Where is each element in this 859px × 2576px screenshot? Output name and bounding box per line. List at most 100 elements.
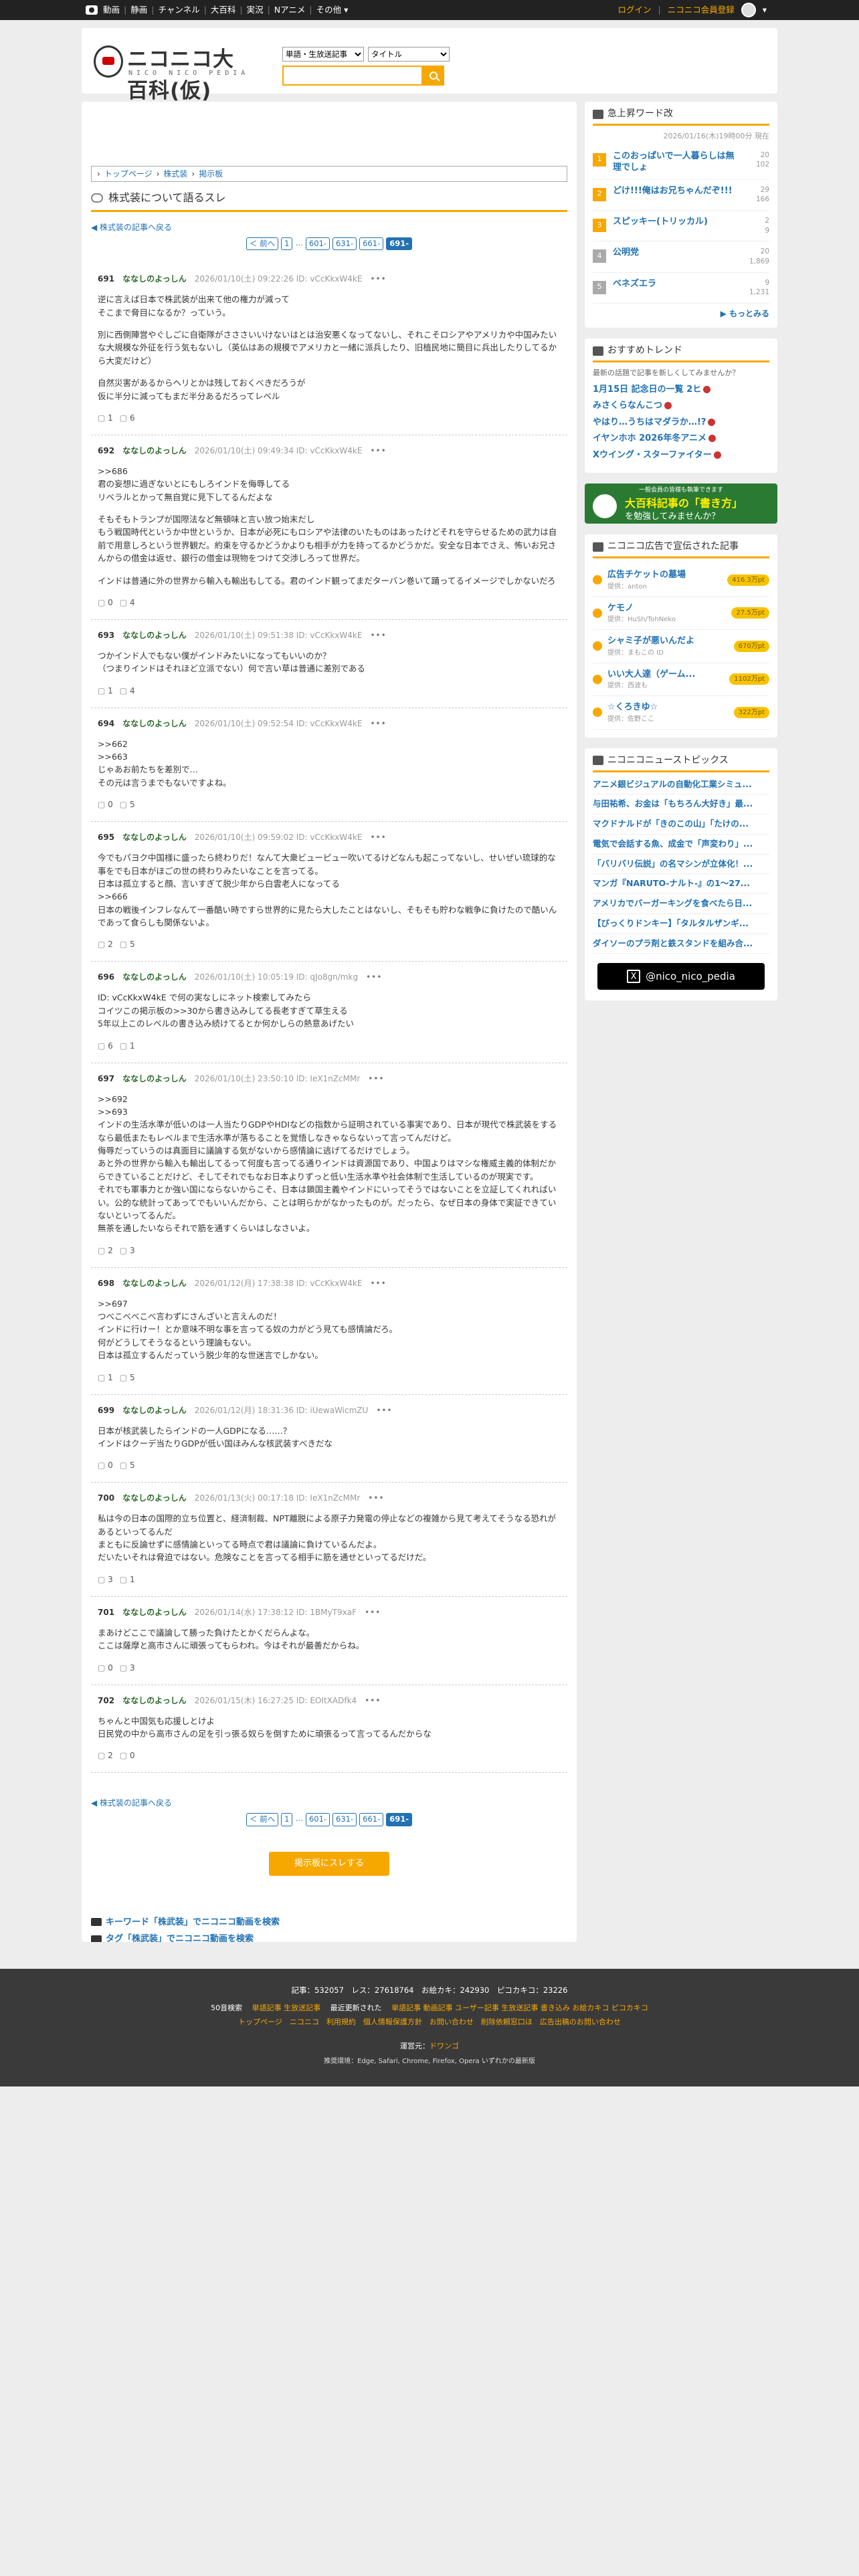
post-number[interactable]: 692 [98,445,114,457]
bad-vote[interactable]: 0 [120,1749,135,1761]
bad-vote[interactable]: 4 [120,597,135,609]
news-item[interactable]: アメリカでバーガーキングを食べたら日... [593,894,769,914]
search-target-select[interactable]: タイトル [368,47,450,62]
post-number[interactable]: 700 [98,1492,114,1504]
news-item[interactable]: 与田祐希、お金は「もちろん大好き」最... [593,794,769,815]
reco-item[interactable]: Xウイング・スターファイター [593,449,769,462]
news-item[interactable]: マクドナルドが「きのこの山」「たけの... [593,815,769,835]
nav-item-2[interactable]: チャンネル [158,4,199,17]
bad-vote[interactable]: 5 [120,938,135,950]
pager-page[interactable]: 601- [305,1813,330,1826]
ad-article-title[interactable]: 広告チケットの墓場 [607,568,722,582]
more-options-icon[interactable]: ••• [365,1695,381,1707]
post-number[interactable]: 698 [98,1277,114,1289]
bad-vote[interactable]: 4 [120,685,135,697]
x-follow-button[interactable]: X @nico_nico_pedia [597,963,765,990]
pager-page[interactable]: 1 [281,1813,293,1826]
trend-title[interactable]: スピッキー(トリッカル) [613,216,735,228]
good-vote[interactable]: 2 [98,1749,113,1761]
good-vote[interactable]: 1 [98,685,113,697]
more-options-icon[interactable]: ••• [368,1073,384,1085]
breadcrumb-board[interactable]: 掲示板 [199,168,223,180]
ad-item[interactable]: いい大人達（ゲーム... 提供：西波も 1102万pt [593,663,769,697]
more-options-icon[interactable]: ••• [368,1492,384,1504]
pager-page[interactable]: 691- [386,1813,413,1826]
bad-vote[interactable]: 1 [120,1040,135,1052]
post-number[interactable]: 697 [98,1073,114,1085]
good-vote[interactable]: 0 [98,597,113,609]
keyword-search-link[interactable]: キーワード「株武装」でニコニコ動画を検索 [91,1916,567,1929]
ad-article-title[interactable]: シャミ子が悪いんだよ [607,635,729,648]
pager-prev[interactable]: ＜ 前へ [246,1813,279,1826]
ad-item[interactable]: 広告チケットの墓場 提供：anton 416.3万pt [593,564,769,597]
more-options-icon[interactable]: ••• [370,445,386,457]
post-number[interactable]: 702 [98,1695,114,1707]
reco-item[interactable]: イヤンホホ 2026年冬アニメ [593,432,769,445]
bad-vote[interactable]: 1 [120,1574,135,1586]
back-to-article-link[interactable]: 株式装の記事へ戻る [91,221,567,233]
ad-item[interactable]: シャミ子が悪いんだよ 提供：まもこの ID 670万pt [593,630,769,663]
more-options-icon[interactable]: ••• [366,971,382,983]
pager-page[interactable]: 601- [305,237,330,251]
pager-page[interactable]: 691- [386,237,413,251]
ad-article-title[interactable]: ☆くろきゆ☆ [607,701,729,714]
trend-title[interactable]: ベネズエラ [613,278,735,290]
nav-item-4[interactable]: 実況 [247,4,264,17]
bad-vote[interactable]: 5 [120,1459,135,1471]
bad-vote[interactable]: 3 [120,1245,135,1257]
good-vote[interactable]: 3 [98,1574,113,1586]
breadcrumb-article[interactable]: 株式装 [163,168,187,180]
more-options-icon[interactable]: ••• [370,718,386,730]
news-item[interactable]: 電気で会話する魚、成金で「声変わり」... [593,835,769,855]
good-vote[interactable]: 1 [98,1372,113,1384]
good-vote[interactable]: 0 [98,1662,113,1674]
post-number[interactable]: 694 [98,718,114,730]
news-item[interactable]: マンガ『NARUTO-ナルト-』の1～27... [593,874,769,895]
post-number[interactable]: 696 [98,971,114,983]
trend-title[interactable]: どけ!!!俺はお兄ちゃんだぞ!!! [613,185,735,197]
login-link[interactable]: ログイン [617,4,651,17]
more-options-icon[interactable]: ••• [370,629,386,641]
trend-item[interactable]: 3 スピッキー(トリッカル) 2 9 [593,211,769,242]
post-number[interactable]: 695 [98,831,114,843]
nav-item-6[interactable]: その他 ▾ [316,4,349,17]
chevron-down-icon[interactable]: ▾ [763,4,767,17]
good-vote[interactable]: 1 [98,412,113,424]
ad-article-title[interactable]: ケモノ [607,602,726,615]
nav-item-0[interactable]: 動画 [103,4,120,17]
trend-title[interactable]: このおっぱいで一人暮らしは無理でしょ [613,150,735,174]
back-to-article-link-bottom[interactable]: 株式装の記事へ戻る [91,1797,567,1809]
show-all-button[interactable]: 掲示板にスレする [269,1851,389,1876]
search-type-select[interactable]: 単語・生放送記事 [282,47,364,62]
news-item[interactable]: 「バリバリ伝説」の名マシンが立体化！... [593,855,769,875]
post-number[interactable]: 699 [98,1404,114,1416]
good-vote[interactable]: 6 [98,1040,113,1052]
pager-prev[interactable]: ＜ 前へ [246,237,279,251]
good-vote[interactable]: 2 [98,1245,113,1257]
breadcrumb-top[interactable]: トップページ [104,168,153,180]
good-vote[interactable]: 0 [98,798,113,811]
register-link[interactable]: ニコニコ会員登録 [668,4,735,17]
good-vote[interactable]: 0 [98,1459,113,1471]
tag-search-link[interactable]: タグ「株武装」でニコニコ動画を検索 [91,1933,567,1942]
ad-item[interactable]: ケモノ 提供：HuSh/TohNeko 27.5万pt [593,597,769,631]
search-input[interactable] [282,66,423,86]
nav-item-5[interactable]: Nアニメ [274,4,306,17]
post-number[interactable]: 701 [98,1606,114,1618]
trend-item[interactable]: 4 公明党 20 1,869 [593,241,769,273]
pager-page[interactable]: 661- [359,237,384,251]
trend-more-link[interactable]: もっとみる [593,308,769,320]
pager-page[interactable]: 631- [332,237,357,251]
bad-vote[interactable]: 6 [120,412,135,424]
more-options-icon[interactable]: ••• [370,1277,386,1289]
trend-title[interactable]: 公明党 [613,247,735,259]
news-item[interactable]: アニメ銀ビジュアルの自動化工業シミュ... [593,775,769,795]
search-button[interactable] [423,66,444,86]
pager-page[interactable]: 661- [359,1813,384,1826]
ad-item[interactable]: ☆くろきゆ☆ 提供：佐野ここ 322万pt [593,696,769,730]
bad-vote[interactable]: 5 [120,798,135,811]
trend-item[interactable]: 5 ベネズエラ 9 1,231 [593,273,769,304]
post-number[interactable]: 693 [98,629,114,641]
niconico-tv-icon[interactable] [86,5,98,15]
ad-article-title[interactable]: いい大人達（ゲーム... [607,668,724,681]
